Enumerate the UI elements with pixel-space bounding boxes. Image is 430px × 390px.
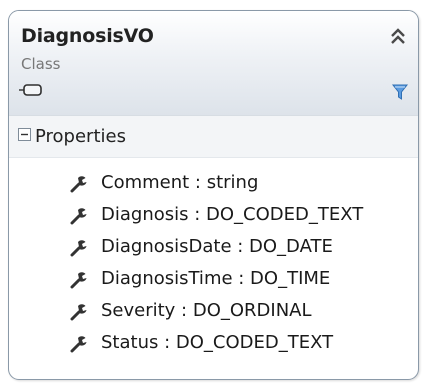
wrench-icon xyxy=(70,304,87,321)
wrench-icon xyxy=(70,272,87,289)
minus-box-icon[interactable] xyxy=(18,128,31,141)
property-label: DiagnosisTime : DO_TIME xyxy=(101,268,331,289)
wrench-icon xyxy=(70,240,87,257)
class-header: DiagnosisVO Class xyxy=(9,11,418,115)
wrench-icon xyxy=(70,208,87,225)
property-item-severity[interactable]: Severity : DO_ORDINAL xyxy=(9,295,418,327)
class-stereotype: Class xyxy=(21,55,61,73)
double-chevron-up-icon[interactable] xyxy=(388,25,408,47)
wrench-icon xyxy=(70,176,87,193)
wrench-icon xyxy=(70,336,87,353)
property-label: Severity : DO_ORDINAL xyxy=(101,300,312,321)
property-item-diagnosis-date[interactable]: DiagnosisDate : DO_DATE xyxy=(9,231,418,263)
property-item-comment[interactable]: Comment : string xyxy=(9,167,418,199)
class-name: DiagnosisVO xyxy=(21,25,154,47)
property-item-diagnosis-time[interactable]: DiagnosisTime : DO_TIME xyxy=(9,263,418,295)
class-shape[interactable]: DiagnosisVO Class Properties Comment: s… xyxy=(8,10,419,380)
property-label: DiagnosisDate : DO_DATE xyxy=(101,236,333,257)
class-shape-icon xyxy=(19,84,42,96)
property-label: Comment : string xyxy=(101,172,259,193)
property-item-diagnosis[interactable]: Diagnosis : DO_CODED_TEXT xyxy=(9,199,418,231)
properties-section-header[interactable]: Properties xyxy=(9,115,418,158)
property-label: Diagnosis : DO_CODED_TEXT xyxy=(101,204,364,225)
properties-section-label: Properties xyxy=(35,126,126,147)
property-label: Status : DO_CODED_TEXT xyxy=(101,332,334,353)
filter-funnel-icon[interactable] xyxy=(391,83,409,101)
property-item-status[interactable]: Status : DO_CODED_TEXT xyxy=(9,327,418,359)
